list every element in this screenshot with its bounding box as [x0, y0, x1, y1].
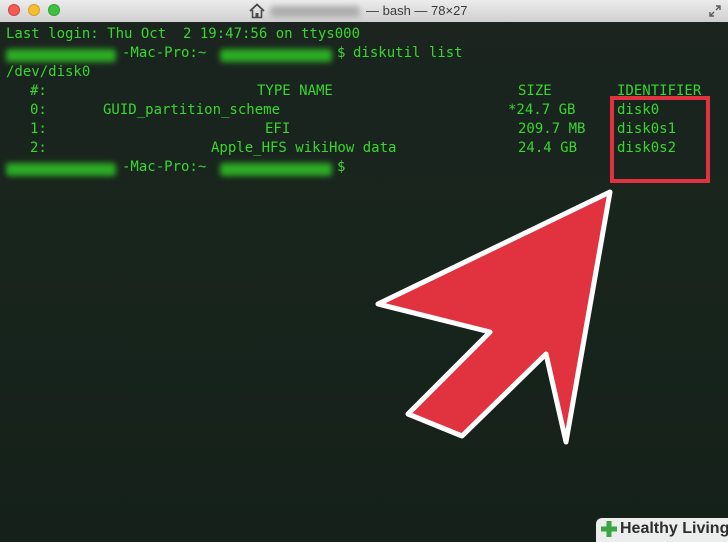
plus-icon	[601, 521, 617, 537]
prompt-host: -Mac-Pro:~	[122, 45, 207, 61]
redacted-hostname	[6, 49, 116, 62]
partition-num: 2:	[30, 140, 47, 156]
header-num: #:	[30, 83, 47, 99]
prompt-char: $	[337, 159, 346, 175]
fullscreen-arrows-icon[interactable]	[708, 4, 722, 18]
redacted-hostname	[6, 163, 116, 176]
header-type-name: TYPE NAME	[257, 83, 333, 99]
partition-num: 1:	[30, 121, 47, 137]
partition-num: 0:	[30, 102, 47, 118]
last-login-line: Last login: Thu Oct 2 19:47:56 on ttys00…	[6, 26, 361, 42]
terminal-body[interactable]: Last login: Thu Oct 2 19:47:56 on ttys00…	[0, 22, 728, 542]
redacted-username	[220, 49, 332, 62]
header-size: SIZE	[518, 83, 552, 99]
identifier-highlight-box	[610, 96, 710, 183]
watermark-text: Healthy Living	[620, 520, 728, 537]
partition-type: EFI	[265, 121, 291, 137]
pointer-arrow-icon	[375, 189, 613, 445]
command-text: diskutil list	[353, 45, 463, 61]
zoom-button[interactable]	[48, 4, 60, 16]
close-button[interactable]	[8, 4, 20, 16]
disk-path: /dev/disk0	[6, 64, 91, 80]
window-titlebar: — bash — 78×27	[0, 0, 728, 23]
prompt-char: $	[337, 45, 346, 61]
partition-size: 209.7 MB	[518, 121, 586, 137]
minimize-button[interactable]	[28, 4, 40, 16]
partition-type: Apple_HFS wikiHow data	[211, 140, 397, 156]
redacted-username	[220, 163, 332, 176]
prompt-host: -Mac-Pro:~	[122, 159, 207, 175]
window-title: — bash — 78×27	[366, 3, 468, 18]
partition-size: *24.7 GB	[508, 102, 576, 118]
house-icon	[249, 3, 265, 19]
partition-size: 24.4 GB	[518, 140, 578, 156]
redacted-title-username	[270, 6, 360, 17]
watermark: Healthy Living	[596, 518, 728, 542]
partition-type: GUID_partition_scheme	[103, 102, 281, 118]
